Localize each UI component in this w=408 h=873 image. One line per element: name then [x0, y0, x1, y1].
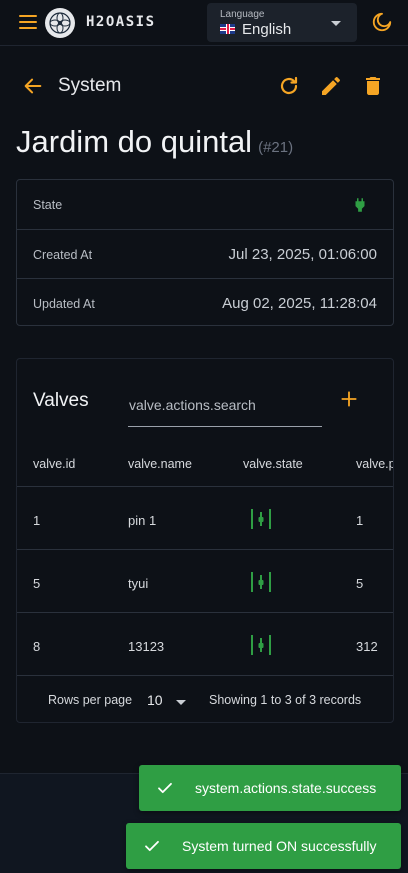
caret-down-icon	[176, 700, 186, 705]
refresh-icon[interactable]	[277, 74, 301, 98]
delete-icon[interactable]	[361, 74, 385, 98]
updated-row: Updated At Aug 02, 2025, 11:28:04	[17, 278, 393, 327]
valves-card: Valves valve.id valve.name valve.state v…	[16, 358, 394, 723]
edit-icon[interactable]	[319, 74, 343, 98]
valve-id-cell: 8	[33, 639, 41, 654]
valves-title: Valves	[33, 390, 89, 411]
valve-pin-cell: 312	[356, 639, 378, 654]
valve-search-input[interactable]	[128, 389, 322, 427]
language-select[interactable]: Language English	[207, 3, 357, 42]
column-header-state[interactable]: valve.state	[243, 457, 303, 471]
logo	[45, 8, 75, 38]
language-value-text: English	[242, 21, 292, 38]
hamburger-menu-icon[interactable]	[19, 14, 37, 30]
plug-icon[interactable]	[351, 195, 369, 215]
section-title: System	[58, 75, 122, 96]
system-details-card: State Created At Jul 23, 2025, 01:06:00 …	[16, 179, 394, 326]
language-value: English	[220, 21, 291, 38]
back-arrow-icon[interactable]	[22, 75, 44, 97]
state-row: State	[17, 180, 393, 229]
records-info: Showing 1 to 3 of 3 records	[209, 693, 362, 707]
valve-name-cell: 13123	[128, 639, 165, 654]
table-row[interactable]: 5 tyui 5	[17, 551, 393, 613]
check-icon	[156, 779, 174, 797]
add-valve-icon[interactable]	[339, 389, 359, 409]
column-header-pin[interactable]: valve.p	[356, 457, 393, 471]
uk-flag-icon	[220, 24, 235, 34]
table-row[interactable]: 8 13123 312	[17, 614, 393, 676]
top-bar: H2OASIS Language English	[0, 0, 408, 46]
table-header: valve.id valve.name valve.state valve.p	[17, 451, 393, 487]
rows-per-page-value: 10	[147, 692, 163, 708]
rows-per-page-select[interactable]: 10	[147, 690, 191, 712]
brand-name: H2OASIS	[86, 14, 156, 30]
system-id: (#21)	[258, 139, 294, 156]
valve-pin-cell: 1	[356, 513, 364, 528]
created-row: Created At Jul 23, 2025, 01:06:00	[17, 229, 393, 278]
system-toolbar: System	[0, 66, 408, 106]
valve-toggle-icon[interactable]	[250, 571, 272, 593]
toast-notification[interactable]: System turned ON successfully	[126, 823, 401, 869]
valve-name-cell: pin 1	[128, 513, 157, 528]
toast-message: System turned ON successfully	[182, 838, 377, 854]
valve-id-cell: 1	[33, 513, 41, 528]
moon-icon[interactable]	[371, 11, 393, 33]
created-value: Jul 23, 2025, 01:06:00	[228, 246, 377, 263]
updated-value: Aug 02, 2025, 11:28:04	[222, 295, 377, 312]
system-name: Jardim do quintal	[16, 124, 253, 159]
page-title: Jardim do quintal (#21)	[16, 124, 293, 160]
valve-toggle-icon[interactable]	[250, 634, 272, 656]
valve-name-cell: tyui	[128, 576, 149, 591]
language-label: Language	[220, 9, 265, 20]
toast-message: system.actions.state.success	[195, 780, 377, 796]
column-header-id[interactable]: valve.id	[33, 457, 75, 471]
column-header-name[interactable]: valve.name	[128, 457, 192, 471]
valve-toggle-icon[interactable]	[250, 508, 272, 530]
created-label: Created At	[33, 248, 93, 262]
toast-notification[interactable]: system.actions.state.success	[139, 765, 401, 811]
state-label: State	[33, 198, 63, 212]
table-row[interactable]: 1 pin 1 1	[17, 488, 393, 550]
check-icon	[143, 837, 161, 855]
valve-id-cell: 5	[33, 576, 41, 591]
pagination: Rows per page 10 Showing 1 to 3 of 3 rec…	[17, 677, 393, 722]
rows-per-page-label: Rows per page	[48, 693, 133, 707]
valve-pin-cell: 5	[356, 576, 364, 591]
updated-label: Updated At	[33, 297, 95, 311]
caret-down-icon	[331, 21, 341, 26]
